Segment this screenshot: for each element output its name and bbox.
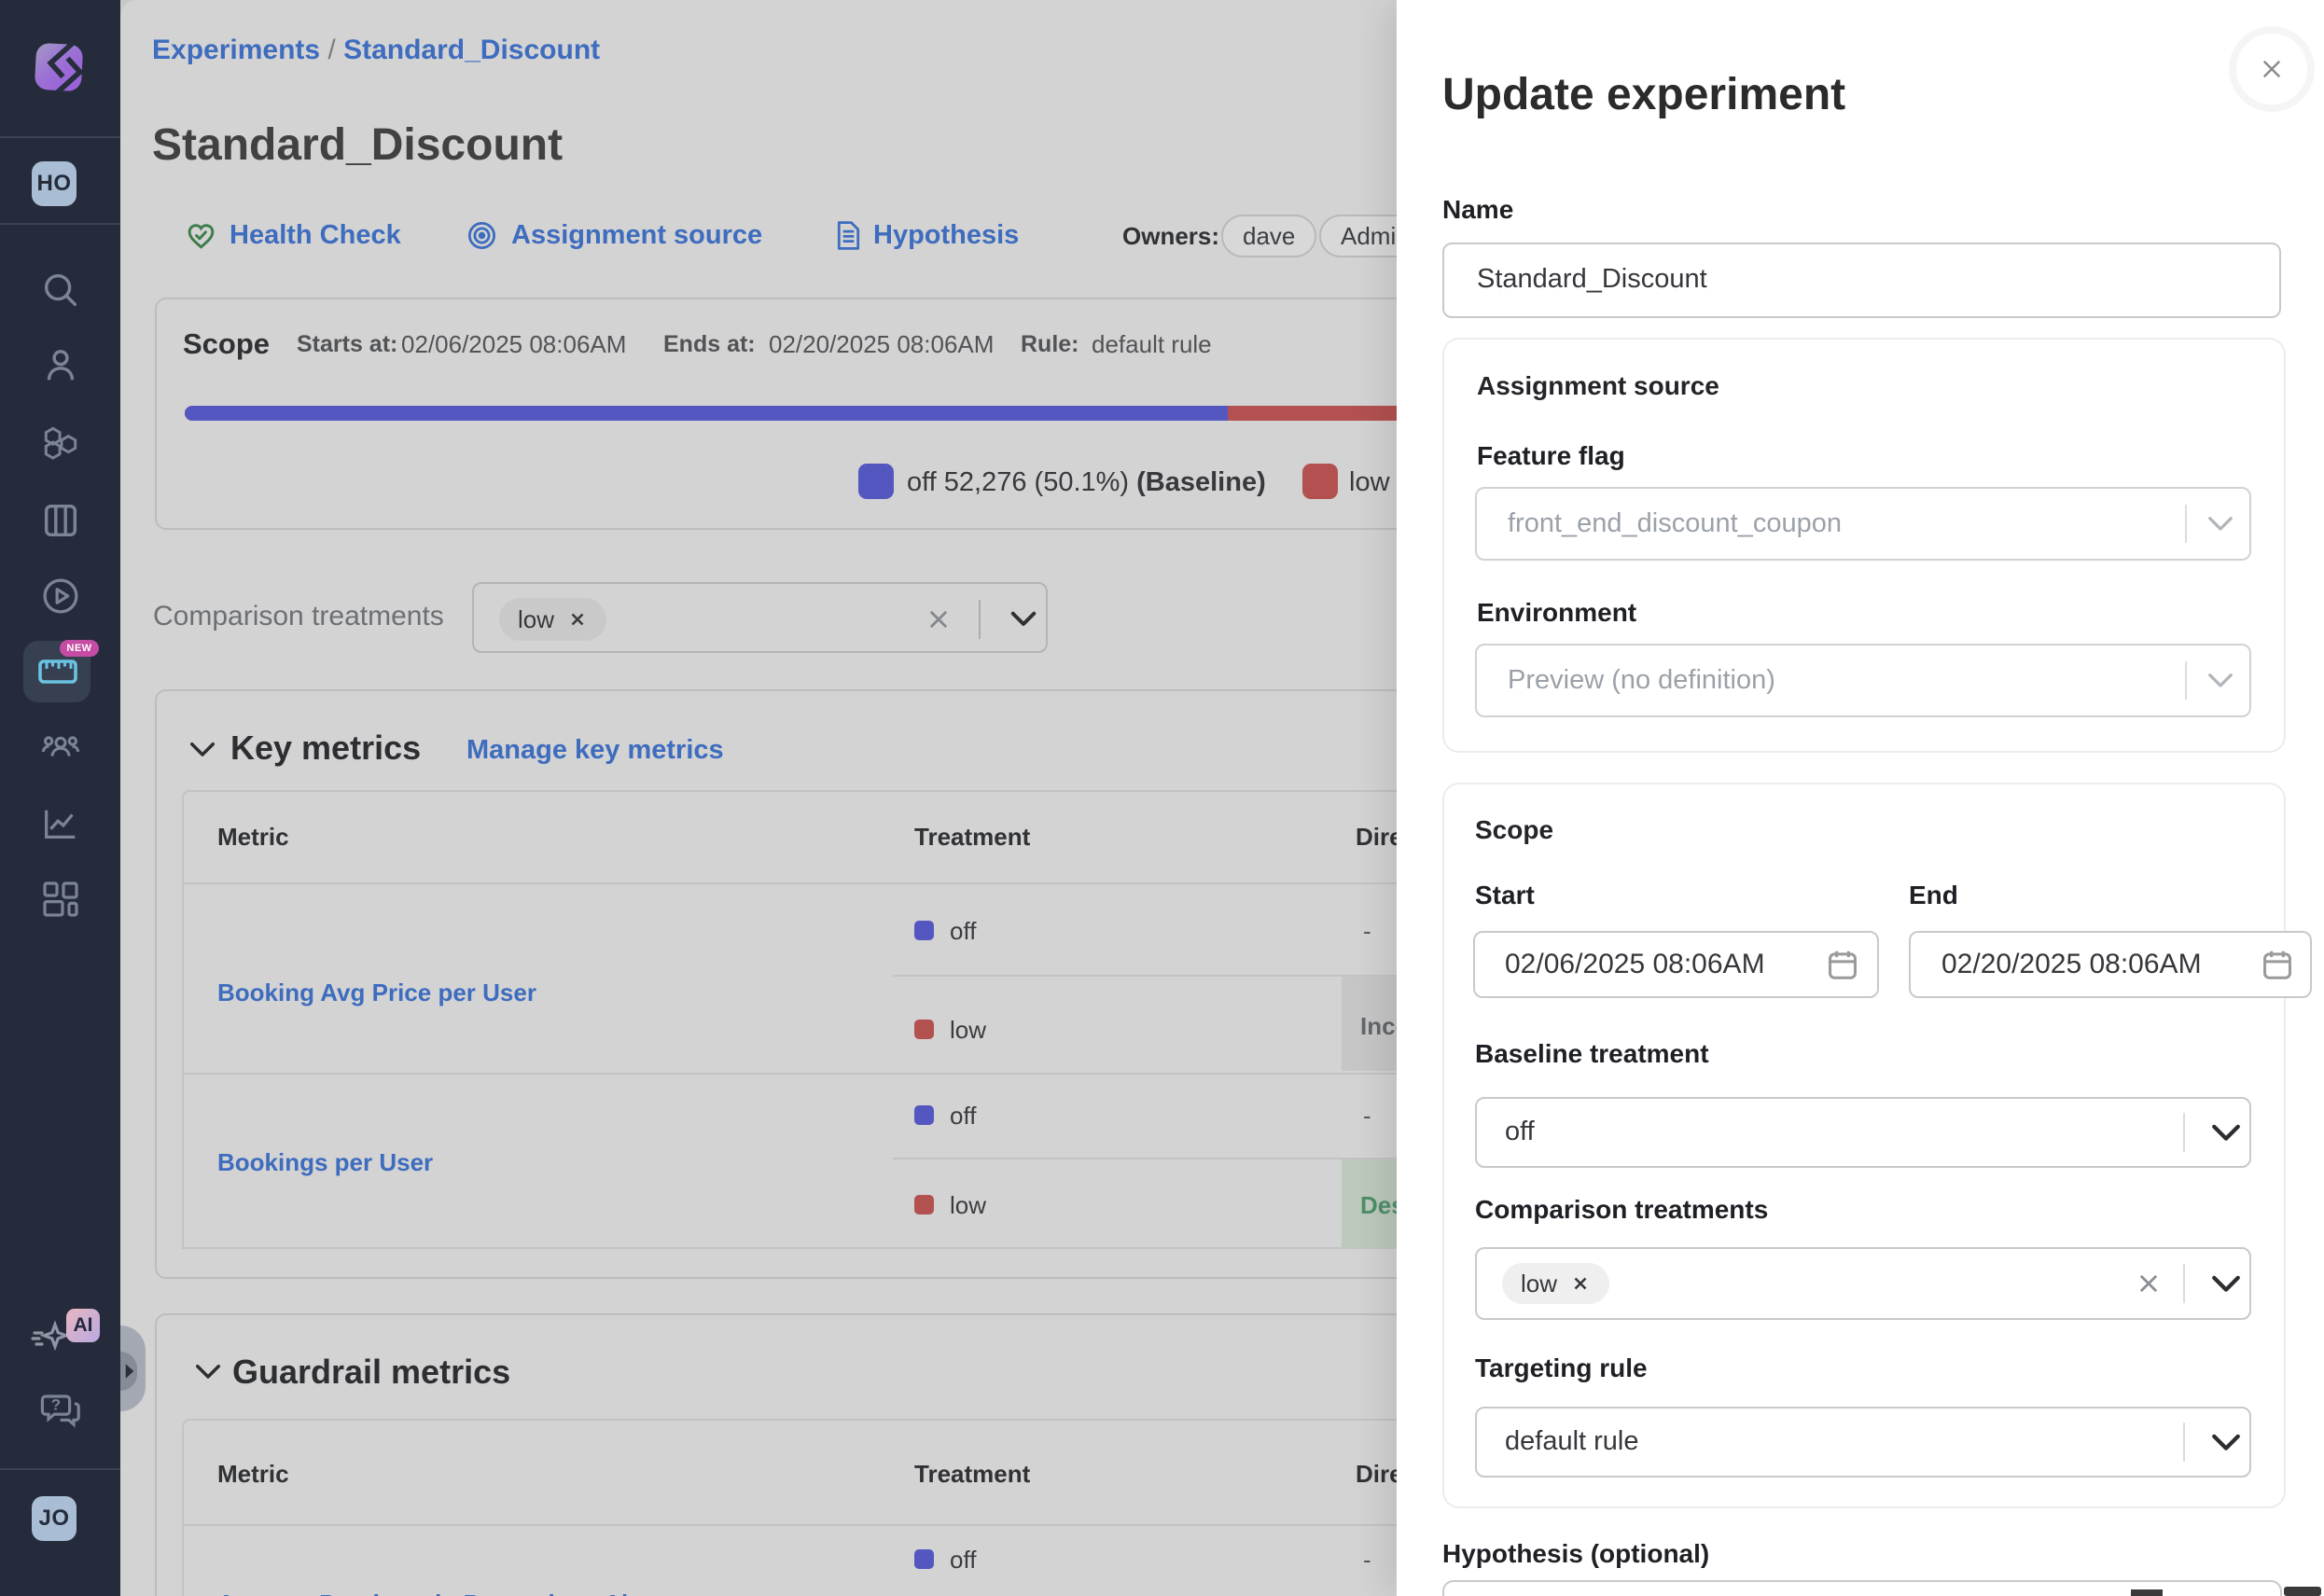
svg-text:?: ? (50, 1395, 60, 1413)
